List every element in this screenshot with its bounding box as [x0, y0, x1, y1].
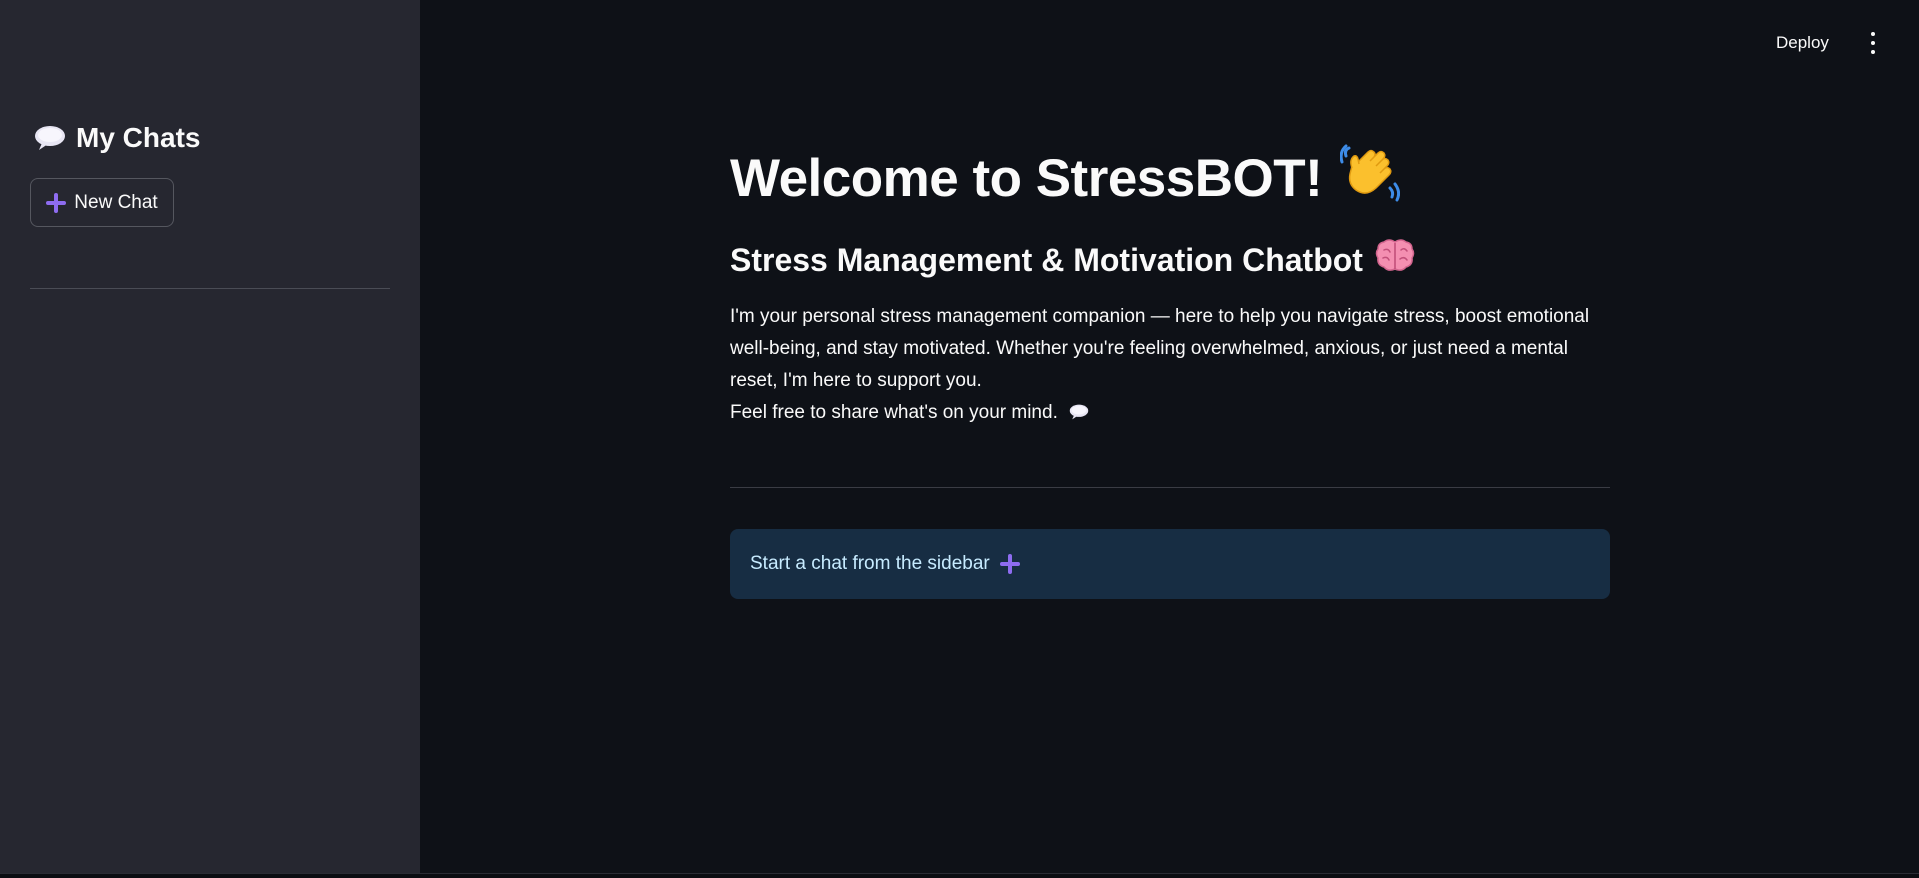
new-chat-label: New Chat	[74, 191, 158, 213]
info-alert-text: Start a chat from the sidebar	[750, 553, 990, 574]
description-line: I'm your personal stress management comp…	[730, 306, 1590, 327]
info-alert: Start a chat from the sidebar	[730, 529, 1610, 599]
page-subtitle-text: Stress Management & Motivation Chatbot	[730, 241, 1363, 278]
plus-icon	[999, 554, 1020, 574]
speech-bubble-icon	[34, 125, 66, 151]
deploy-button[interactable]: Deploy	[1776, 28, 1829, 58]
new-chat-button[interactable]: New Chat	[30, 178, 174, 227]
page-title: Welcome to StressBOT!	[730, 142, 1401, 215]
app-window: My Chats New Chat Deploy Welcome to Stre…	[0, 0, 1919, 873]
page-title-text: Welcome to StressBOT!	[730, 149, 1323, 208]
vertical-ellipsis-icon[interactable]	[1864, 30, 1882, 56]
main-divider	[730, 487, 1610, 488]
description-line: reset, I'm here to support you.	[730, 370, 982, 391]
description-line: well-being, and stay motivated. Whether …	[730, 338, 1568, 359]
waving-hand-icon	[1339, 142, 1401, 215]
bottom-edge	[0, 873, 1919, 878]
sidebar: My Chats New Chat	[0, 0, 420, 873]
sidebar-title-label: My Chats	[76, 122, 201, 153]
intro-description: I'm your personal stress management comp…	[730, 301, 1610, 431]
sidebar-title: My Chats	[34, 122, 200, 154]
description-line-last: Feel free to share what's on your mind.	[730, 397, 1610, 431]
speech-bubble-icon	[1069, 399, 1089, 431]
sidebar-divider	[30, 288, 390, 289]
brain-icon	[1375, 238, 1415, 282]
description-line-text: Feel free to share what's on your mind.	[730, 402, 1058, 423]
page-subtitle: Stress Management & Motivation Chatbot	[730, 238, 1415, 282]
plus-icon	[46, 192, 67, 213]
